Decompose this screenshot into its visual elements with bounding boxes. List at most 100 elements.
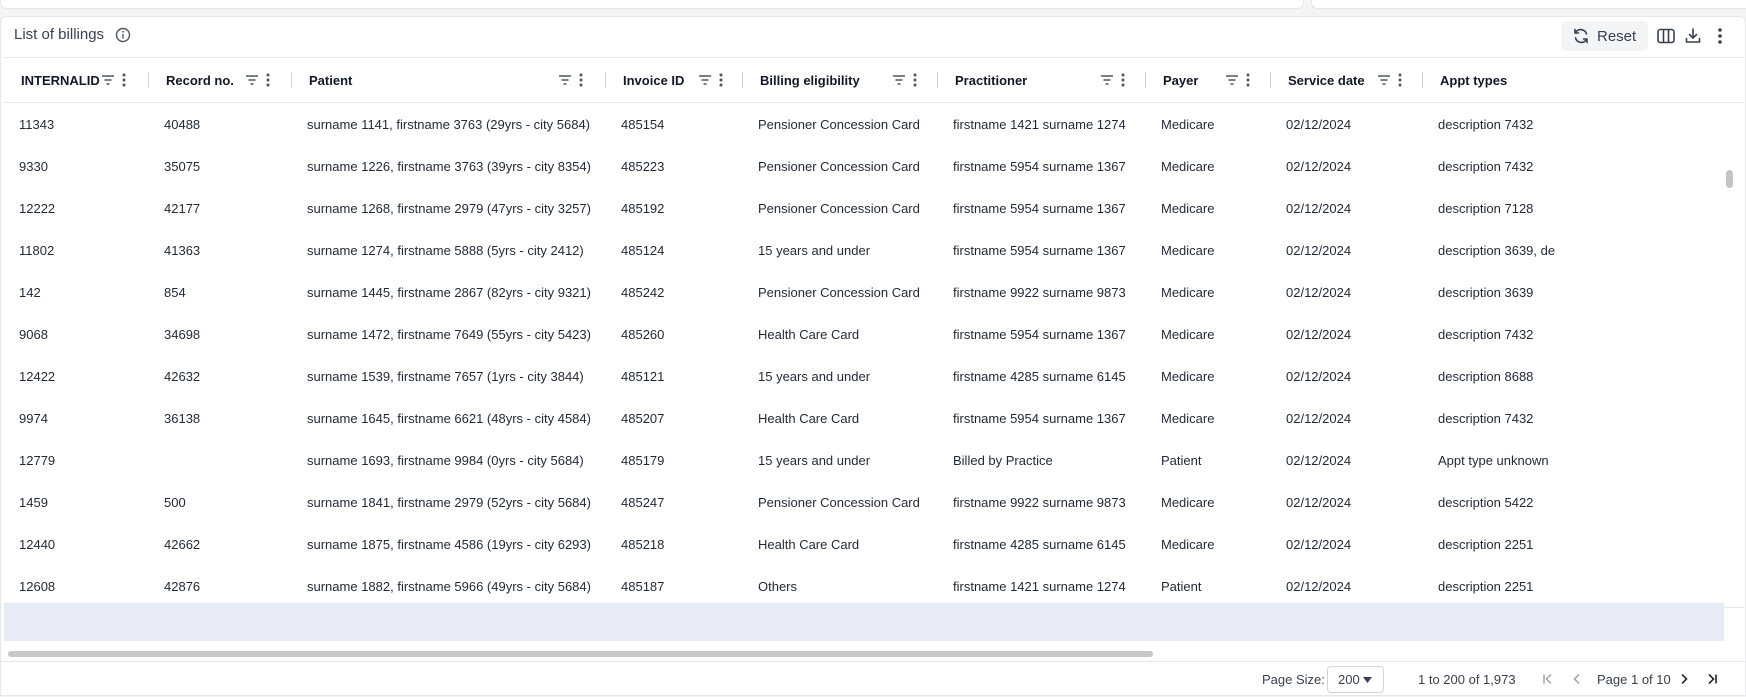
next-page-icon[interactable] — [1677, 671, 1691, 687]
cell-practitioner: firstname 5954 surname 1367 — [953, 200, 1126, 216]
column-resize-handle[interactable] — [1270, 72, 1271, 88]
top-summary-card-left — [0, 0, 1304, 9]
cell-patient: surname 1472, firstname 7649 (55yrs - ci… — [307, 326, 591, 342]
vertical-scrollbar[interactable] — [1726, 170, 1733, 188]
filter-icon[interactable] — [1377, 74, 1391, 86]
page-size-label: Page Size: — [1262, 672, 1325, 687]
filter-icon[interactable] — [101, 74, 115, 86]
table-row[interactable]: 142 854 surname 1445, firstname 2867 (82yr… — [4, 271, 1744, 314]
cell-patient: surname 1141, firstname 3763 (29yrs - ci… — [307, 116, 591, 132]
column-resize-handle[interactable] — [1145, 72, 1146, 88]
table-row[interactable]: 12608 42876 surname 1882, firstname 5966 (… — [4, 565, 1744, 608]
cell-practitioner: firstname 9922 surname 9873 — [953, 284, 1126, 300]
cell-invoice-id: 485179 — [621, 452, 665, 468]
column-menu-icon[interactable] — [579, 73, 583, 87]
table-row[interactable]: 12422 42632 surname 1539, firstname 7657 (… — [4, 355, 1744, 398]
cell-invoice-id: 485192 — [621, 200, 665, 216]
cell-invoice-id: 485207 — [621, 410, 665, 426]
cell-payer: Medicare — [1161, 242, 1215, 258]
cell-appt-types: description 7432 — [1438, 116, 1534, 132]
refresh-icon — [1572, 27, 1590, 45]
previous-page-icon[interactable] — [1570, 671, 1584, 687]
cell-appt-types: description 7432 — [1438, 158, 1534, 174]
cell-patient: surname 1268, firstname 2979 (47yrs - ci… — [307, 200, 591, 216]
column-header-appt-types[interactable]: Appt types — [1423, 58, 1744, 102]
cell-record-no: 34698 — [164, 326, 201, 342]
cell-invoice-id: 485247 — [621, 494, 665, 510]
column-header-label: Service date — [1288, 72, 1365, 88]
column-header-internalid[interactable]: INTERNALID — [4, 58, 149, 102]
filter-icon[interactable] — [892, 74, 906, 86]
table-empty-area — [4, 603, 1724, 641]
column-header-label: Appt types — [1440, 72, 1508, 88]
more-vertical-icon[interactable] — [1709, 25, 1731, 47]
table-row[interactable]: 9974 36138 surname 1645, firstname 6621 (4… — [4, 397, 1744, 440]
cell-appt-types: description 2251 — [1438, 536, 1534, 552]
table-row[interactable]: 12779 surname 1693, firstname 9984 (0yrs … — [4, 439, 1744, 482]
table-row[interactable]: 9068 34698 surname 1472, firstname 7649 (5… — [4, 313, 1744, 356]
cell-payer: Patient — [1161, 452, 1202, 468]
table-row[interactable]: 1459 500 surname 1841, firstname 2979 (52y… — [4, 481, 1744, 524]
filter-icon[interactable] — [558, 74, 572, 86]
caret-down-icon — [1362, 676, 1372, 683]
column-menu-icon[interactable] — [266, 73, 270, 87]
page-size-select[interactable]: 200 — [1327, 666, 1384, 693]
cell-service-date: 02/12/2024 — [1286, 578, 1352, 594]
column-resize-handle[interactable] — [148, 72, 149, 88]
cell-practitioner: firstname 5954 surname 1367 — [953, 242, 1126, 258]
cell-appt-types: description 3639 — [1438, 284, 1534, 300]
panel-header: List of billings Reset — [1, 17, 1745, 57]
cell-billing-eligibility: Pensioner Concession Card — [758, 284, 920, 300]
table-row[interactable]: 12440 42662 surname 1875, firstname 4586 (… — [4, 523, 1744, 566]
column-menu-icon[interactable] — [1246, 73, 1250, 87]
reset-button[interactable]: Reset — [1562, 21, 1648, 51]
column-menu-icon[interactable] — [719, 73, 723, 87]
cell-payer: Medicare — [1161, 536, 1215, 552]
cell-internalid: 12779 — [19, 452, 56, 468]
filter-icon[interactable] — [698, 74, 712, 86]
column-header-practitioner[interactable]: Practitioner — [938, 58, 1146, 102]
column-header-label: INTERNALID — [21, 72, 100, 88]
column-header-record-no[interactable]: Record no. — [149, 58, 292, 102]
cell-patient: surname 1841, firstname 2979 (52yrs - ci… — [307, 494, 591, 510]
column-header-payer[interactable]: Payer — [1146, 58, 1271, 102]
cell-patient: surname 1693, firstname 9984 (0yrs - cit… — [307, 452, 584, 468]
column-resize-handle[interactable] — [937, 72, 938, 88]
cell-appt-types: description 5422 — [1438, 494, 1534, 510]
column-header-label: Billing eligibility — [760, 72, 860, 88]
cell-payer: Medicare — [1161, 368, 1215, 384]
download-icon[interactable] — [1682, 25, 1704, 47]
column-menu-icon[interactable] — [913, 73, 917, 87]
top-summary-card-right — [1311, 0, 1746, 9]
table-row[interactable]: 9330 35075 surname 1226, firstname 3763 (3… — [4, 145, 1744, 188]
first-page-icon[interactable] — [1541, 671, 1555, 687]
cell-record-no: 42177 — [164, 200, 201, 216]
cell-service-date: 02/12/2024 — [1286, 200, 1352, 216]
filter-icon[interactable] — [245, 74, 259, 86]
column-resize-handle[interactable] — [605, 72, 606, 88]
table-row[interactable]: 12222 42177 surname 1268, firstname 2979 (… — [4, 187, 1744, 230]
cell-billing-eligibility: Health Care Card — [758, 410, 860, 426]
horizontal-scrollbar[interactable] — [8, 651, 1153, 657]
cell-payer: Medicare — [1161, 410, 1215, 426]
cell-payer: Medicare — [1161, 200, 1215, 216]
table-row[interactable]: 11343 40488 surname 1141, firstname 3763 (… — [4, 103, 1744, 146]
last-page-icon[interactable] — [1705, 671, 1719, 687]
column-menu-icon[interactable] — [1398, 73, 1402, 87]
cell-invoice-id: 485187 — [621, 578, 665, 594]
filter-icon[interactable] — [1225, 74, 1239, 86]
table-row[interactable]: 11802 41363 surname 1274, firstname 5888 (… — [4, 229, 1744, 272]
info-icon[interactable] — [115, 27, 131, 43]
column-menu-icon[interactable] — [122, 73, 126, 87]
page-indicator: Page 1 of 10 — [1597, 672, 1671, 687]
cell-service-date: 02/12/2024 — [1286, 284, 1352, 300]
columns-icon[interactable] — [1655, 25, 1677, 47]
column-header-billing-eligibility[interactable]: Billing eligibility — [743, 58, 938, 102]
column-resize-handle[interactable] — [291, 72, 292, 88]
column-menu-icon[interactable] — [1121, 73, 1125, 87]
filter-icon[interactable] — [1100, 74, 1114, 86]
cell-practitioner: firstname 5954 surname 1367 — [953, 326, 1126, 342]
column-resize-handle[interactable] — [742, 72, 743, 88]
billings-panel: List of billings Reset INTERNALID Record … — [0, 16, 1746, 696]
column-resize-handle[interactable] — [1422, 72, 1423, 88]
